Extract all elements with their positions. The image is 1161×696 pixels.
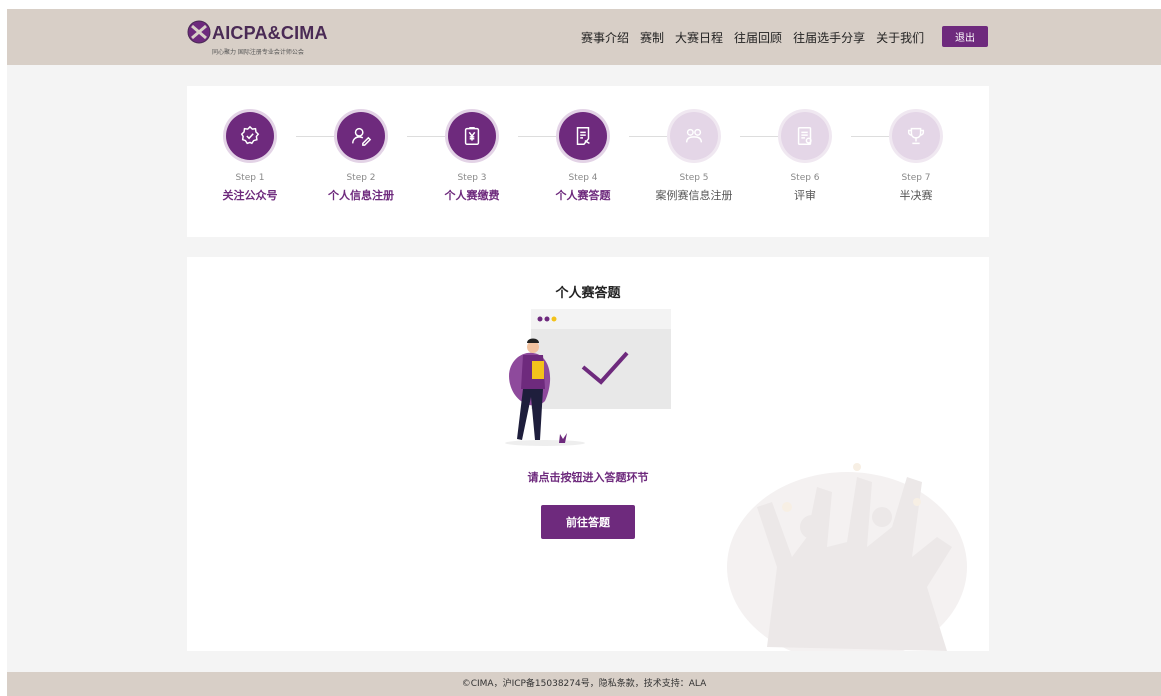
- step-3-circle: [448, 112, 496, 160]
- step-number: Step 6: [790, 173, 820, 183]
- site-footer: ©CIMA，沪ICP备15038274号，隐私条款，技术支持：ALA: [7, 672, 1161, 696]
- step-number: Step 3: [457, 173, 487, 183]
- step-label: 个人信息注册: [328, 189, 394, 202]
- user-edit-icon: [352, 127, 372, 146]
- page-frame: AICPA&CIMA 同心聚力 国际注册专业会计师公会 赛事介绍 赛制 大赛日程…: [7, 9, 1161, 696]
- main-nav: 赛事介绍 赛制 大赛日程 往届回顾 往届选手分享 关于我们: [581, 9, 935, 65]
- badge-check-icon: [240, 125, 260, 145]
- steps-progress: Step 1 关注公众号 Step 2 个人信息注册 Step 3 个人赛缴费 …: [187, 86, 989, 237]
- step-6-circle: [781, 112, 829, 160]
- prompt-text: 请点击按钮进入答题环节: [527, 471, 649, 484]
- step-6[interactable]: Step 6 评审: [755, 112, 855, 203]
- step-5-circle: [670, 112, 718, 160]
- step-number: Step 4: [568, 173, 598, 183]
- brand-logo[interactable]: AICPA&CIMA 同心聚力 国际注册专业会计师公会: [187, 19, 357, 57]
- step-1[interactable]: Step 1 关注公众号: [200, 112, 300, 203]
- logout-button[interactable]: 退出: [942, 26, 988, 47]
- nav-item-review[interactable]: 往届回顾: [734, 29, 782, 46]
- step-label: 半决赛: [899, 189, 933, 202]
- brand-name: AICPA&CIMA: [212, 23, 328, 43]
- step-4[interactable]: Step 4 个人赛答题: [533, 112, 633, 203]
- quiz-illustration-image: [505, 309, 671, 446]
- step-7[interactable]: Step 7 半决赛: [866, 112, 966, 203]
- step-label: 个人赛缴费: [444, 189, 500, 202]
- review-doc-icon: [797, 127, 812, 145]
- step-label: 个人赛答题: [555, 189, 611, 202]
- team-icon: [685, 128, 703, 143]
- step-label: 评审: [794, 189, 816, 202]
- step-label: 关注公众号: [222, 189, 278, 202]
- step-number: Step 1: [235, 173, 265, 183]
- brand-tagline: 同心聚力 国际注册专业会计师公会: [212, 49, 304, 56]
- nav-item-share[interactable]: 往届选手分享: [793, 29, 865, 46]
- step-1-circle: [226, 112, 274, 160]
- page-title: 个人赛答题: [555, 286, 621, 301]
- logo-icon: [187, 20, 211, 44]
- start-quiz-button[interactable]: 前往答题: [541, 505, 635, 539]
- step-number: Step 2: [346, 173, 376, 183]
- step-number: Step 7: [901, 173, 931, 183]
- nav-item-schedule[interactable]: 大赛日程: [675, 29, 723, 46]
- step-7-circle: [892, 112, 940, 160]
- nav-item-intro[interactable]: 赛事介绍: [581, 29, 629, 46]
- step-4-circle: [559, 112, 607, 160]
- step-5[interactable]: Step 5 案例赛信息注册: [644, 112, 744, 203]
- step-label: 案例赛信息注册: [655, 189, 733, 202]
- quiz-entry-panel: 个人赛答题 请点击按钮进入答题环节 前往答题: [187, 257, 989, 651]
- step-3[interactable]: Step 3 个人赛缴费: [422, 112, 522, 203]
- step-number: Step 5: [679, 173, 709, 183]
- payment-yuan-icon: [464, 127, 480, 145]
- trophy-icon: [907, 127, 925, 145]
- nav-item-format[interactable]: 赛制: [640, 29, 664, 46]
- site-header: AICPA&CIMA 同心聚力 国际注册专业会计师公会 赛事介绍 赛制 大赛日程…: [7, 9, 1161, 65]
- step-2-circle: [337, 112, 385, 160]
- answer-sheet-icon: [576, 127, 590, 145]
- step-2[interactable]: Step 2 个人信息注册: [311, 112, 411, 203]
- nav-item-about[interactable]: 关于我们: [876, 29, 924, 46]
